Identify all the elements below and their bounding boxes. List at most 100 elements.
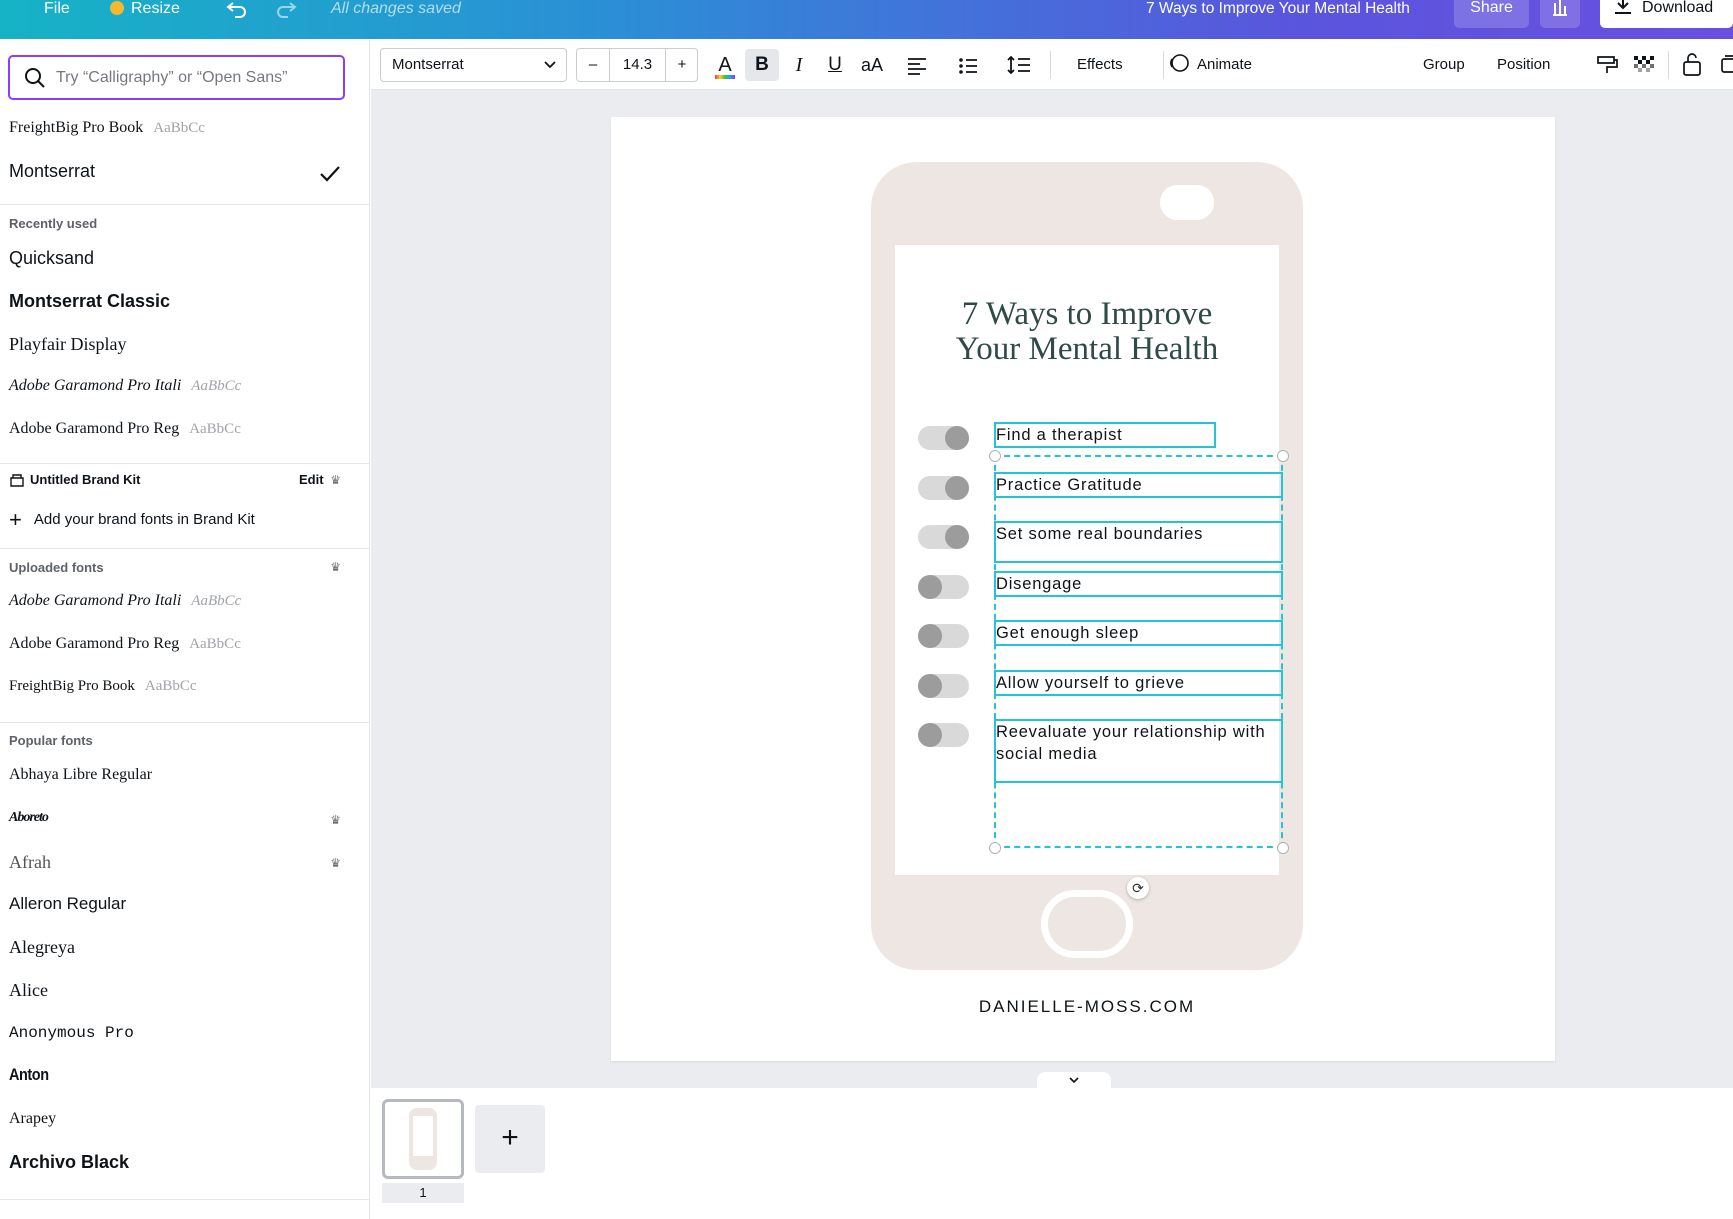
popular-fonts-heading: Popular fonts — [9, 733, 93, 748]
bar-chart-icon — [1553, 0, 1567, 16]
toggle-switch[interactable] — [918, 575, 969, 599]
bold-button[interactable]: B — [745, 49, 779, 81]
font-item-playfair[interactable]: Playfair Display — [9, 334, 126, 355]
font-item-aboreto[interactable]: Aboreto — [9, 810, 49, 826]
group-selection-frame[interactable] — [994, 455, 1283, 848]
decrease-font-size-button[interactable]: – — [577, 49, 610, 81]
font-item-garamond-regular[interactable]: Adobe Garamond Pro Reg AaBbCc — [9, 420, 241, 438]
font-item-alegreya[interactable]: Alegreya — [9, 937, 75, 958]
font-item-garamond-italic[interactable]: Adobe Garamond Pro Itali AaBbCc — [9, 377, 241, 395]
font-size-stepper: – 14.3 + — [576, 48, 698, 82]
line-spacing-icon — [1007, 55, 1030, 75]
align-button[interactable] — [901, 49, 933, 81]
increase-font-size-button[interactable]: + — [665, 49, 698, 81]
share-button[interactable]: Share — [1454, 0, 1529, 28]
font-item-abhaya[interactable]: Abhaya Libre Regular — [9, 766, 152, 784]
toggle-switch[interactable] — [918, 624, 969, 648]
transparency-button[interactable] — [1630, 49, 1658, 81]
font-item-uploaded-freightbig[interactable]: FreightBig Pro Book AaBbCc — [9, 678, 197, 695]
brand-kit-edit-link[interactable]: Edit — [299, 472, 324, 487]
font-item-archivo-black[interactable]: Archivo Black — [9, 1152, 129, 1173]
chevron-down-icon — [1069, 1077, 1079, 1084]
plus-icon: + — [9, 507, 22, 532]
font-item-quicksand[interactable]: Quicksand — [9, 248, 94, 269]
download-icon — [1615, 0, 1631, 14]
checkmark-icon — [320, 166, 340, 182]
font-search-box[interactable] — [8, 55, 345, 100]
divider — [0, 1199, 369, 1200]
resize-handle[interactable] — [1277, 450, 1289, 462]
letter-case-button[interactable]: aA — [855, 49, 889, 81]
position-button[interactable]: Position — [1497, 49, 1550, 81]
duplicate-button[interactable] — [1716, 49, 1733, 81]
text-color-button[interactable]: A — [711, 49, 739, 81]
group-button[interactable]: Group — [1423, 49, 1465, 81]
font-item-montserrat[interactable]: Montserrat — [9, 161, 95, 182]
spacing-button[interactable] — [1004, 49, 1036, 81]
duplicate-icon — [1721, 55, 1733, 73]
font-item-uploaded-garamond-regular[interactable]: Adobe Garamond Pro Reg AaBbCc — [9, 635, 241, 653]
font-item-arapey[interactable]: Arapey — [9, 1110, 56, 1128]
resize-handle[interactable] — [989, 450, 1001, 462]
toggle-switch[interactable] — [918, 723, 969, 747]
crown-icon: ♛ — [330, 560, 341, 574]
design-page[interactable]: 7 Ways to Improve Your Mental Health Fin… — [611, 117, 1555, 1061]
collapse-pages-button[interactable] — [1037, 1072, 1111, 1088]
font-panel: FreightBig Pro BookAaBbCc Montserrat Rec… — [0, 39, 370, 1219]
divider — [0, 204, 369, 205]
font-item-anton[interactable]: Anton — [9, 1065, 49, 1085]
page-thumbnail[interactable] — [382, 1099, 464, 1179]
file-menu[interactable]: File — [44, 0, 70, 18]
design-footer-url[interactable]: DANIELLE-MOSS.COM — [871, 997, 1303, 1017]
text-toolbar: Montserrat – 14.3 + A B I U aA Effects A… — [371, 39, 1733, 90]
insights-button[interactable] — [1540, 0, 1580, 28]
underline-button[interactable]: U — [819, 49, 851, 81]
crown-icon — [110, 1, 124, 15]
effects-button[interactable]: Effects — [1077, 49, 1123, 81]
top-bar: File Resize All changes saved 7 Ways to … — [0, 0, 1733, 39]
list-button[interactable] — [952, 49, 984, 81]
thumbnail-screen — [413, 1116, 433, 1156]
copy-style-button[interactable] — [1593, 49, 1621, 81]
toggle-switch[interactable] — [918, 426, 969, 450]
font-item-anonymous-pro[interactable]: Anonymous Pro — [9, 1024, 134, 1042]
paint-roller-icon — [1597, 56, 1618, 73]
save-status: All changes saved — [331, 0, 461, 17]
lock-button[interactable] — [1679, 49, 1705, 81]
toggle-knob — [945, 525, 969, 549]
color-bar — [715, 75, 735, 79]
document-title[interactable]: 7 Ways to Improve Your Mental Health — [1146, 0, 1410, 18]
resize-handle[interactable] — [989, 842, 1001, 854]
add-brand-fonts-button[interactable]: + Add your brand fonts in Brand Kit — [9, 507, 255, 533]
design-title[interactable]: 7 Ways to Improve Your Mental Health — [895, 297, 1279, 367]
toggle-switch[interactable] — [918, 674, 969, 698]
font-item-uploaded-garamond-italic[interactable]: Adobe Garamond Pro Itali AaBbCc — [9, 592, 241, 610]
toggle-switch[interactable] — [918, 525, 969, 549]
add-page-button[interactable]: + — [475, 1105, 545, 1173]
rotate-icon[interactable]: ⟳ — [1127, 877, 1149, 899]
redo-icon[interactable] — [275, 0, 297, 18]
font-item-montserrat-classic[interactable]: Montserrat Classic — [9, 291, 170, 312]
download-button[interactable]: Download — [1600, 0, 1733, 28]
toolbar-divider — [1050, 51, 1051, 79]
font-item-alice[interactable]: Alice — [9, 980, 48, 1001]
uploaded-fonts-heading: Uploaded fonts — [9, 560, 104, 575]
crown-icon: ♛ — [330, 856, 341, 870]
text-color-icon: A — [718, 54, 732, 76]
font-size-value[interactable]: 14.3 — [610, 49, 665, 81]
font-item-alleron[interactable]: Alleron Regular — [9, 894, 126, 914]
animate-button[interactable]: Animate — [1167, 49, 1252, 81]
toolbar-divider — [1163, 51, 1164, 79]
checklist-item[interactable]: Find a therapist — [994, 422, 1216, 448]
checklist-item-text: Find a therapist — [996, 426, 1123, 444]
font-item-freightbig[interactable]: FreightBig Pro Book AaBbCc — [9, 119, 205, 137]
italic-button[interactable]: I — [783, 49, 815, 81]
resize-button[interactable]: Resize — [110, 0, 180, 18]
font-item-afrah[interactable]: Afrah — [9, 852, 51, 873]
font-search-input[interactable] — [56, 66, 326, 90]
toggle-knob — [918, 624, 942, 648]
resize-handle[interactable] — [1277, 842, 1289, 854]
toggle-switch[interactable] — [918, 476, 969, 500]
undo-icon[interactable] — [226, 0, 248, 18]
font-family-dropdown[interactable]: Montserrat — [380, 48, 567, 82]
